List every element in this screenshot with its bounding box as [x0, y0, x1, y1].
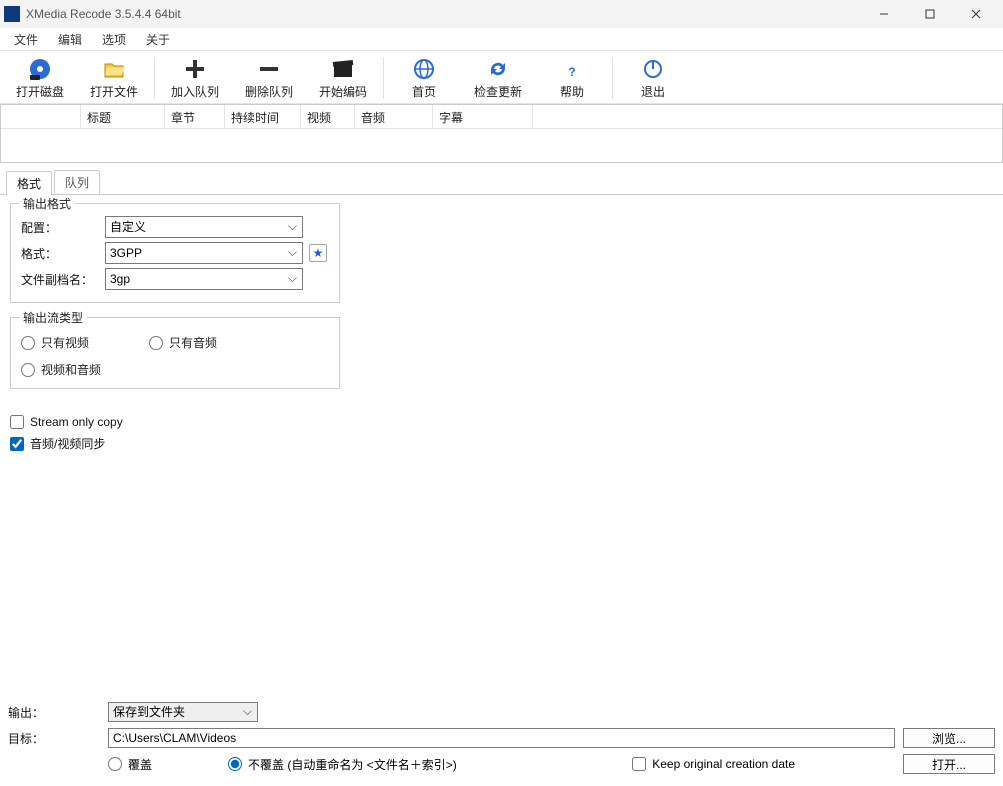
toolbar-sep-3 [612, 57, 613, 99]
open-button[interactable]: 打开... [903, 754, 995, 774]
menu-about[interactable]: 关于 [138, 29, 178, 50]
ext-label: 文件副档名： [21, 271, 105, 288]
col-duration[interactable]: 持续时间 [225, 105, 301, 129]
col-subtitle[interactable]: 字幕 [433, 105, 533, 129]
globe-icon [412, 57, 436, 81]
group-stream-type: 输出流类型 只有视频 只有音频 视频和音频 [10, 317, 340, 389]
toolbar-sep-1 [154, 57, 155, 99]
profile-select[interactable]: 自定义 [105, 216, 303, 238]
output-label: 输出： [8, 704, 100, 721]
col-audio[interactable]: 音频 [355, 105, 433, 129]
toolbar-start-encode[interactable]: 开始编码 [307, 53, 379, 103]
output-select[interactable]: 保存到文件夹 [108, 702, 258, 722]
tab-queue[interactable]: 队列 [54, 170, 100, 194]
toolbar-open-disc[interactable]: 打开磁盘 [4, 53, 76, 103]
plus-icon [183, 57, 207, 81]
toolbar-remove-queue[interactable]: 删除队列 [233, 53, 305, 103]
app-icon [4, 6, 20, 22]
toolbar-check-update-label: 检查更新 [474, 83, 522, 100]
col-rest [533, 105, 1002, 129]
radio-video-only[interactable]: 只有视频 [21, 334, 89, 351]
maximize-button[interactable] [907, 0, 953, 28]
toolbar-home-label: 首页 [412, 83, 436, 100]
help-icon: ? [560, 57, 584, 81]
power-icon [641, 57, 665, 81]
col-video[interactable]: 视频 [301, 105, 355, 129]
col-chapter[interactable]: 章节 [165, 105, 225, 129]
ext-select[interactable]: 3gp [105, 268, 303, 290]
minus-icon [257, 57, 281, 81]
toolbar-help[interactable]: ? 帮助 [536, 53, 608, 103]
group-output-format: 输出格式 配置： 自定义 格式： 3GPP ★ 文件副档名： 3gp [10, 203, 340, 303]
target-path-input[interactable] [108, 728, 895, 748]
folder-open-icon [102, 57, 126, 81]
table-body[interactable] [1, 129, 1002, 163]
toolbar-sep-2 [383, 57, 384, 99]
media-table: 标题 章节 持续时间 视频 音频 字幕 [0, 104, 1003, 163]
toolbar-open-file-label: 打开文件 [90, 83, 138, 100]
menu-file[interactable]: 文件 [6, 29, 46, 50]
profile-label: 配置： [21, 219, 105, 236]
toolbar-home[interactable]: 首页 [388, 53, 460, 103]
menu-bar: 文件 编辑 选项 关于 [0, 28, 1003, 50]
minimize-button[interactable] [861, 0, 907, 28]
check-av-sync[interactable]: 音频/视频同步 [10, 435, 993, 452]
window-title: XMedia Recode 3.5.4.4 64bit [26, 7, 181, 21]
toolbar-add-queue-label: 加入队列 [171, 83, 219, 100]
close-button[interactable] [953, 0, 999, 28]
toolbar-open-disc-label: 打开磁盘 [16, 83, 64, 100]
tab-strip: 格式 队列 [0, 171, 1003, 195]
group-output-format-label: 输出格式 [19, 195, 75, 212]
toolbar-exit[interactable]: 退出 [617, 53, 689, 103]
format-label: 格式： [21, 245, 105, 262]
table-header: 标题 章节 持续时间 视频 音频 字幕 [1, 105, 1002, 129]
toolbar-remove-queue-label: 删除队列 [245, 83, 293, 100]
svg-text:?: ? [568, 65, 575, 79]
col-title[interactable]: 标题 [81, 105, 165, 129]
menu-options[interactable]: 选项 [94, 29, 134, 50]
tab-page-format: 输出格式 配置： 自定义 格式： 3GPP ★ 文件副档名： 3gp 输出流类型… [0, 195, 1003, 462]
toolbar-add-queue[interactable]: 加入队列 [159, 53, 231, 103]
browse-button[interactable]: 浏览... [903, 728, 995, 748]
check-stream-only-copy[interactable]: Stream only copy [10, 415, 993, 429]
toolbar-help-label: 帮助 [560, 83, 584, 100]
col-blank[interactable] [1, 105, 81, 129]
clapper-icon [331, 57, 355, 81]
tab-format[interactable]: 格式 [6, 171, 52, 195]
radio-audio-only[interactable]: 只有音频 [149, 334, 217, 351]
radio-no-overwrite[interactable]: 不覆盖 (自动重命名为 <文件名＋索引>) [228, 756, 457, 773]
radio-video-and-audio[interactable]: 视频和音频 [21, 361, 329, 378]
toolbar-exit-label: 退出 [641, 83, 665, 100]
refresh-icon [486, 57, 510, 81]
format-select[interactable]: 3GPP [105, 242, 303, 264]
toolbar-open-file[interactable]: 打开文件 [78, 53, 150, 103]
bottom-panel: 输出： 保存到文件夹 目标： 浏览... 覆盖 不覆盖 (自动重命名为 <文件名… [0, 694, 1003, 786]
favorite-icon[interactable]: ★ [309, 244, 327, 262]
toolbar-check-update[interactable]: 检查更新 [462, 53, 534, 103]
disc-icon [28, 57, 52, 81]
title-bar: XMedia Recode 3.5.4.4 64bit [0, 0, 1003, 28]
toolbar: 打开磁盘 打开文件 加入队列 删除队列 开始编码 首页 检查更新 ? 帮助 退出 [0, 50, 1003, 104]
toolbar-start-encode-label: 开始编码 [319, 83, 367, 100]
group-stream-type-label: 输出流类型 [19, 309, 87, 326]
menu-edit[interactable]: 编辑 [50, 29, 90, 50]
check-keep-date[interactable]: Keep original creation date [632, 757, 795, 771]
target-label: 目标： [8, 730, 100, 747]
radio-overwrite[interactable]: 覆盖 [108, 756, 152, 773]
